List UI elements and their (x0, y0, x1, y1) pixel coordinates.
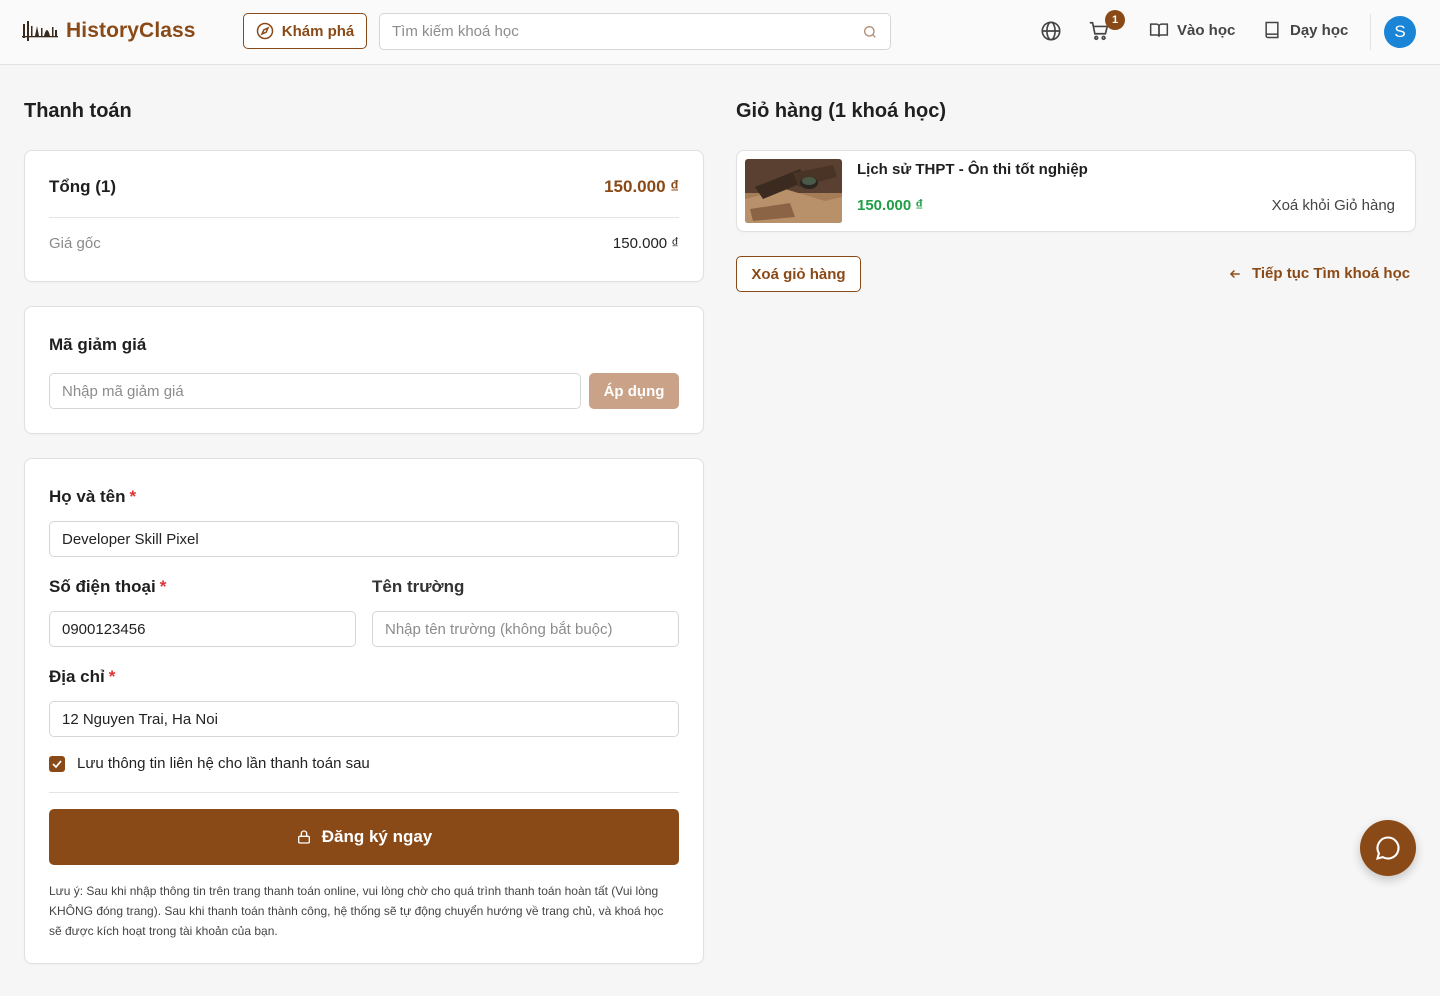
compass-icon (256, 22, 273, 40)
required-mark: * (108, 667, 116, 686)
phone-label: Số điện thoại * (49, 577, 167, 596)
top-header: HistoryClass Khám phá 1 Vào học Dạy học … (0, 0, 1440, 65)
open-book-icon (1149, 23, 1169, 37)
course-thumbnail[interactable] (745, 159, 842, 223)
learn-label: Vào học (1177, 21, 1236, 39)
required-mark: * (129, 487, 137, 506)
avatar[interactable]: S (1384, 16, 1416, 48)
search-box (379, 13, 891, 50)
save-info-checkbox-row[interactable]: Lưu thông tin liên hệ cho lần thanh toán… (49, 755, 370, 772)
required-mark: * (159, 577, 167, 596)
brand-logo[interactable]: HistoryClass (22, 18, 196, 44)
book-icon (1265, 21, 1279, 39)
brand-name: HistoryClass (66, 19, 196, 42)
course-thumbnail-image (745, 159, 842, 223)
address-field[interactable] (62, 710, 666, 728)
coupon-input[interactable] (62, 382, 568, 400)
save-info-label: Lưu thông tin liên hệ cho lần thanh toán… (77, 755, 370, 772)
address-field-wrapper (49, 701, 679, 737)
phone-field-wrapper (49, 611, 356, 647)
chat-bubble-icon (1376, 836, 1400, 860)
cart-item: Lịch sử THPT - Ôn thi tốt nghiệp 150.000… (736, 150, 1416, 232)
apply-coupon-button[interactable]: Áp dụng (589, 373, 679, 409)
name-field[interactable] (62, 530, 666, 548)
cart-title: Giỏ hàng (1 khoá học) (736, 100, 947, 122)
total-value: 150.000 ₫ (604, 177, 679, 196)
divider (49, 792, 679, 793)
original-price-value: 150.000 ₫ (612, 235, 679, 252)
continue-shopping-label: Tiếp tục Tìm khoá học (1252, 265, 1411, 282)
payment-note: Lưu ý: Sau khi nhập thông tin trên trang… (49, 884, 664, 938)
header-divider (1370, 14, 1371, 50)
original-price-row: Giá gốc 150.000 ₫ (49, 235, 679, 252)
name-label: Họ và tên * (49, 487, 137, 506)
phone-field[interactable] (62, 620, 343, 638)
coupon-input-wrapper (49, 373, 581, 409)
contact-form-card: Họ và tên* Số điện thoại* Tên trường Địa… (24, 458, 704, 964)
search-input[interactable] (392, 23, 862, 40)
check-icon (52, 759, 62, 768)
explore-button[interactable]: Khám phá (243, 13, 367, 49)
school-field-wrapper (372, 611, 679, 647)
chat-button[interactable] (1360, 820, 1416, 876)
checkout-title: Thanh toán (24, 100, 132, 122)
clear-cart-button[interactable]: Xoá giỏ hàng (736, 256, 861, 292)
save-info-checkbox[interactable] (49, 755, 65, 772)
language-button[interactable] (1039, 19, 1063, 43)
coupon-title: Mã giảm giá (49, 335, 147, 354)
original-price-label: Giá gốc (49, 235, 101, 252)
name-field-wrapper (49, 521, 679, 557)
total-label: Tổng (1) (49, 177, 117, 196)
lock-icon (297, 830, 310, 844)
register-now-label: Đăng ký ngay (321, 827, 433, 846)
continue-shopping-link[interactable]: Tiếp tục Tìm khoá học (1228, 265, 1410, 282)
order-summary-card: Tổng (1) 150.000 ₫ Giá gốc 150.000 ₫ (24, 150, 704, 282)
address-label: Địa chỉ * (49, 667, 116, 686)
course-title[interactable]: Lịch sử THPT - Ôn thi tốt nghiệp (857, 161, 1088, 178)
coupon-card: Mã giảm giá Áp dụng (24, 306, 704, 434)
course-price: 150.000 ₫ (857, 197, 924, 214)
arrow-left-icon (1229, 269, 1240, 278)
search-icon[interactable] (862, 24, 878, 40)
remove-from-cart-link[interactable]: Xoá khỏi Giỏ hàng (1272, 197, 1395, 214)
globe-icon (1041, 21, 1061, 41)
teach-link[interactable]: Dạy học (1262, 20, 1348, 40)
divider (49, 217, 679, 218)
cart-count-badge: 1 (1105, 10, 1125, 30)
logo-mark-icon (22, 21, 58, 41)
explore-label: Khám phá (281, 22, 355, 40)
total-row: Tổng (1) 150.000 ₫ (49, 177, 679, 197)
school-field[interactable] (385, 620, 666, 638)
register-now-button[interactable]: Đăng ký ngay (49, 809, 679, 865)
learn-link[interactable]: Vào học (1149, 20, 1235, 40)
teach-label: Dạy học (1290, 21, 1349, 39)
school-label: Tên trường (372, 577, 465, 596)
